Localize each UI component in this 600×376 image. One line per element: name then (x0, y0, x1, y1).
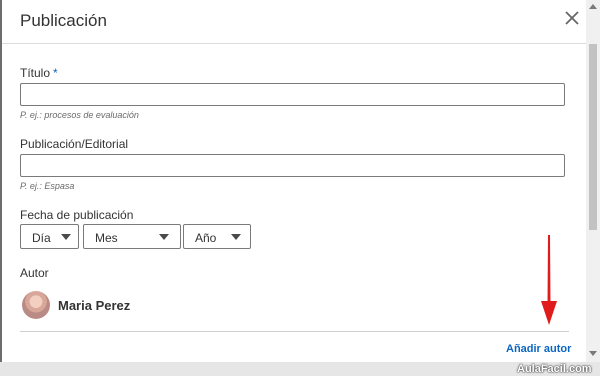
day-select[interactable]: Día (20, 224, 79, 249)
title-label-text: Título (20, 66, 51, 80)
publication-dialog: Publicación Título * P. ej.: procesos de … (2, 0, 586, 362)
dialog-header: Publicación (2, 0, 586, 44)
author-entry: Maria Perez (20, 291, 420, 323)
scroll-up-icon[interactable] (589, 4, 597, 9)
author-label: Autor (20, 266, 49, 280)
year-select[interactable]: Año (183, 224, 251, 249)
publisher-input[interactable] (20, 154, 565, 177)
publisher-label: Publicación/Editorial (20, 137, 129, 151)
scrollbar-thumb[interactable] (589, 44, 597, 230)
chevron-down-icon (61, 234, 71, 240)
scroll-down-icon[interactable] (589, 351, 597, 356)
close-button[interactable] (560, 6, 584, 30)
add-author-link[interactable]: Añadir autor (506, 343, 571, 355)
month-select-label: Mes (95, 231, 118, 245)
divider (20, 331, 569, 332)
day-select-label: Día (32, 231, 51, 245)
required-mark: * (53, 66, 58, 80)
chevron-down-icon (231, 234, 241, 240)
year-select-label: Año (195, 231, 217, 245)
title-hint: P. ej.: procesos de evaluación (20, 110, 139, 120)
close-icon (565, 11, 579, 25)
chevron-down-icon (159, 234, 169, 240)
month-select[interactable]: Mes (83, 224, 181, 249)
title-input[interactable] (20, 83, 565, 106)
dialog-title: Publicación (20, 11, 107, 30)
watermark: AulaFacil.com (517, 363, 592, 375)
avatar (22, 291, 50, 319)
author-name: Maria Perez (58, 298, 131, 313)
publisher-hint: P. ej.: Espasa (20, 181, 75, 191)
title-label: Título * (20, 66, 58, 80)
bottom-strip (0, 362, 600, 376)
publication-date-label: Fecha de publicación (20, 208, 134, 222)
vertical-scrollbar[interactable] (586, 0, 600, 362)
annotation-arrow-icon (541, 235, 557, 325)
